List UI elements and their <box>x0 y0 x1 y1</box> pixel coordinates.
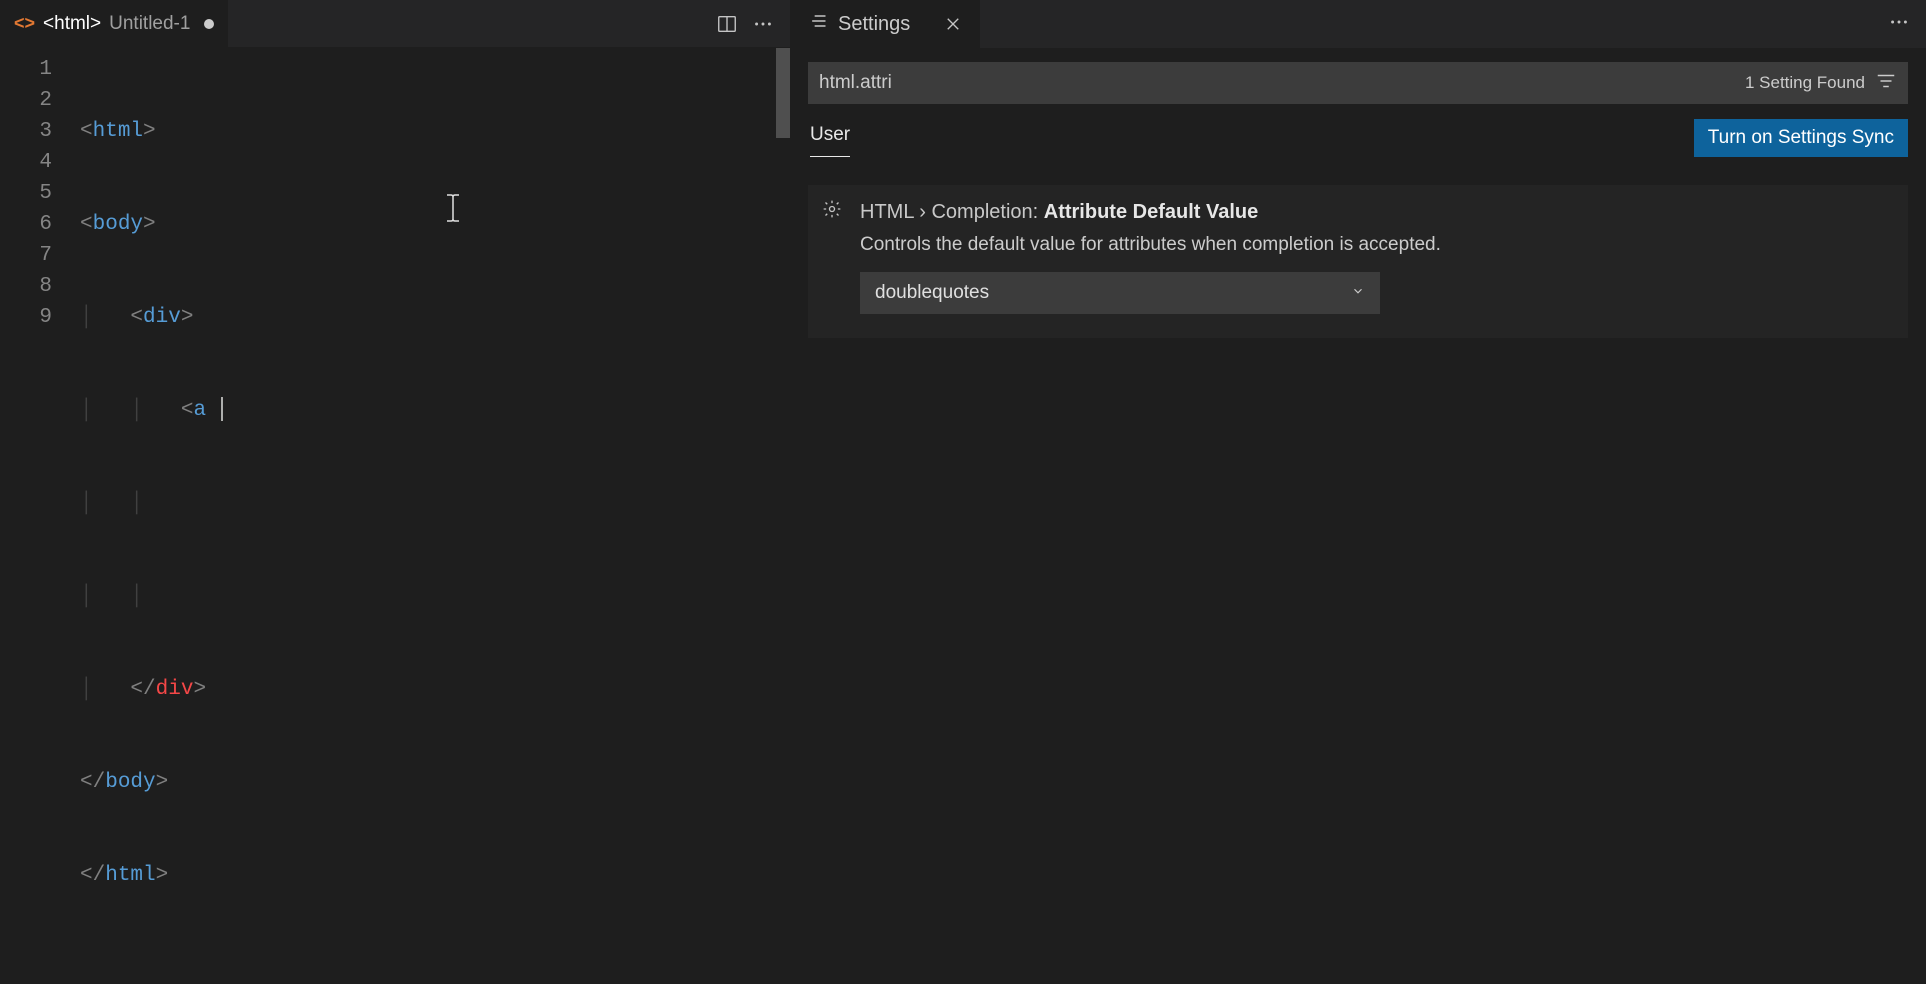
line-number: 3 <box>0 116 52 147</box>
dirty-indicator-icon <box>204 19 214 29</box>
line-number: 7 <box>0 240 52 271</box>
tab-file-name: Untitled-1 <box>109 13 190 35</box>
settings-scope-row: User Turn on Settings Sync <box>808 118 1908 157</box>
settings-list-icon <box>808 11 828 37</box>
settings-tab-label: Settings <box>838 13 910 36</box>
setting-crumb: HTML › Completion: <box>860 201 1044 223</box>
dropdown-value: doublequotes <box>875 282 989 304</box>
html-file-icon: <> <box>14 13 35 34</box>
more-actions-icon[interactable] <box>752 13 774 35</box>
close-icon[interactable] <box>944 15 962 33</box>
settings-pane: Settings 1 Setting Found User Turn on Se… <box>790 0 1926 613</box>
filter-icon[interactable] <box>1875 70 1897 97</box>
settings-tab-bar: Settings <box>790 0 1926 48</box>
editor-pane: <> <html> Untitled-1 1 2 3 4 5 6 7 8 9 <box>0 0 790 613</box>
code-line: │ <div> <box>80 302 790 333</box>
setting-description: Controls the default value for attribute… <box>860 234 1890 256</box>
scope-tab-user[interactable]: User <box>810 118 850 157</box>
editor-tab[interactable]: <> <html> Untitled-1 <box>0 0 228 48</box>
settings-content: 1 Setting Found User Turn on Settings Sy… <box>790 48 1926 338</box>
code-line-current: │ │ <a <box>80 395 790 426</box>
tab-file-type: <html> <box>43 13 101 35</box>
search-result-count: 1 Setting Found <box>1745 73 1865 93</box>
code-line: │ │ <box>80 581 790 612</box>
code-line: <html> <box>80 116 790 147</box>
setting-dropdown[interactable]: doublequotes <box>860 272 1380 314</box>
line-number: 2 <box>0 85 52 116</box>
editor-tab-actions <box>716 13 790 35</box>
line-number: 8 <box>0 271 52 302</box>
code-line: │ </div> <box>80 674 790 705</box>
line-number: 5 <box>0 178 52 209</box>
split-editor-icon[interactable] <box>716 13 738 35</box>
setting-title: HTML › Completion: Attribute Default Val… <box>860 201 1890 224</box>
setting-item: HTML › Completion: Attribute Default Val… <box>808 185 1908 338</box>
more-actions-icon[interactable] <box>1888 11 1910 33</box>
line-number: 4 <box>0 147 52 178</box>
settings-search-row: 1 Setting Found <box>808 62 1908 104</box>
editor-scrollbar[interactable] <box>776 48 790 138</box>
code-line: </html> <box>80 860 790 891</box>
settings-sync-button[interactable]: Turn on Settings Sync <box>1694 119 1908 157</box>
editor-tab-bar: <> <html> Untitled-1 <box>0 0 790 48</box>
text-cursor <box>221 397 223 421</box>
line-number: 9 <box>0 302 52 333</box>
code-area[interactable]: <html> <body> │ <div> │ │ <a │ │ │ │ │ <… <box>80 54 790 984</box>
code-line: │ │ <box>80 488 790 519</box>
line-number: 6 <box>0 209 52 240</box>
chevron-down-icon <box>1351 284 1365 303</box>
line-number: 1 <box>0 54 52 85</box>
gear-icon[interactable] <box>822 199 842 224</box>
code-line: </body> <box>80 767 790 798</box>
settings-tab[interactable]: Settings <box>790 0 980 48</box>
code-line: <body> <box>80 209 790 240</box>
setting-name: Attribute Default Value <box>1044 201 1258 223</box>
editor-body[interactable]: 1 2 3 4 5 6 7 8 9 <html> <body> │ <div> … <box>0 48 790 984</box>
line-gutter: 1 2 3 4 5 6 7 8 9 <box>0 54 80 984</box>
settings-search-input[interactable] <box>819 72 1745 94</box>
